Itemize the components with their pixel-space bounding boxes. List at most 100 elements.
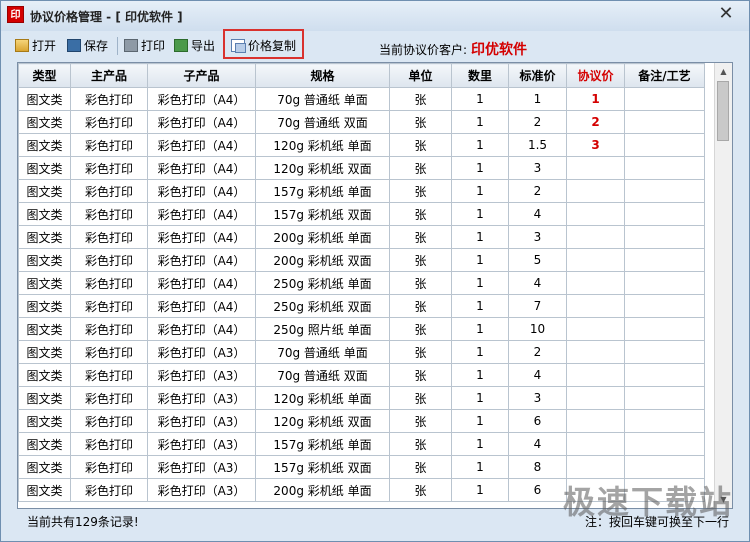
export-button[interactable]: 导出: [174, 37, 215, 55]
table-cell[interactable]: 200g 彩机纸 单面: [255, 478, 390, 502]
table-cell[interactable]: 1: [451, 179, 509, 203]
table-cell[interactable]: 彩色打印: [70, 110, 148, 134]
table-cell[interactable]: 200g 彩机纸 双面: [255, 248, 390, 272]
table-cell[interactable]: [566, 340, 625, 364]
table-cell[interactable]: 1: [451, 432, 509, 456]
table-cell[interactable]: 图文类: [18, 409, 71, 433]
table-cell[interactable]: 彩色打印: [70, 363, 148, 387]
table-cell[interactable]: 1: [451, 110, 509, 134]
table-cell[interactable]: 1: [451, 386, 509, 410]
table-cell[interactable]: [624, 202, 705, 226]
save-button[interactable]: 保存: [67, 37, 108, 55]
table-cell[interactable]: 70g 普通纸 单面: [255, 87, 390, 111]
column-header[interactable]: 类型: [18, 63, 71, 88]
table-cell[interactable]: 1: [451, 409, 509, 433]
table-cell[interactable]: 图文类: [18, 248, 71, 272]
table-cell[interactable]: 彩色打印（A3）: [147, 455, 256, 479]
table-cell[interactable]: [624, 317, 705, 341]
table-cell[interactable]: [624, 225, 705, 249]
vertical-scrollbar[interactable]: ▲ ▼: [714, 63, 732, 508]
table-cell[interactable]: [624, 133, 705, 157]
table-cell[interactable]: [624, 248, 705, 272]
table-cell[interactable]: 张: [389, 110, 452, 134]
table-cell[interactable]: 10: [508, 317, 567, 341]
table-cell[interactable]: [624, 340, 705, 364]
table-cell[interactable]: 1: [451, 156, 509, 180]
table-cell[interactable]: 1: [451, 455, 509, 479]
table-row[interactable]: 图文类 彩色打印 彩色打印（A4） 250g 照片纸 单面张 1 10: [18, 317, 705, 341]
table-cell[interactable]: 120g 彩机纸 单面: [255, 386, 390, 410]
table-cell[interactable]: 张: [389, 179, 452, 203]
table-cell[interactable]: [624, 455, 705, 479]
table-row[interactable]: 图文类 彩色打印 彩色打印（A4） 157g 彩机纸 单面张 1 2: [18, 179, 705, 203]
table-cell[interactable]: 张: [389, 271, 452, 295]
table-cell[interactable]: 图文类: [18, 432, 71, 456]
table-cell[interactable]: 8: [508, 455, 567, 479]
column-header[interactable]: 标准价: [508, 63, 567, 88]
table-row[interactable]: 图文类 彩色打印 彩色打印（A3） 70g 普通纸 单面张 1 2: [18, 340, 705, 364]
table-cell[interactable]: 彩色打印: [70, 340, 148, 364]
table-cell[interactable]: 1: [566, 87, 625, 111]
table-row[interactable]: 图文类 彩色打印 彩色打印（A3） 157g 彩机纸 单面张 1 4: [18, 432, 705, 456]
table-cell[interactable]: 图文类: [18, 340, 71, 364]
table-row[interactable]: 图文类 彩色打印 彩色打印（A4） 70g 普通纸 单面张 1 1 1: [18, 87, 705, 111]
table-cell[interactable]: 彩色打印（A4）: [147, 225, 256, 249]
table-cell[interactable]: 4: [508, 432, 567, 456]
table-cell[interactable]: [566, 156, 625, 180]
table-cell[interactable]: 4: [508, 363, 567, 387]
table-cell[interactable]: [624, 110, 705, 134]
table-cell[interactable]: 2: [566, 110, 625, 134]
table-cell[interactable]: 张: [389, 248, 452, 272]
table-cell[interactable]: 彩色打印（A4）: [147, 294, 256, 318]
table-cell[interactable]: 彩色打印（A3）: [147, 363, 256, 387]
table-row[interactable]: 图文类 彩色打印 彩色打印（A4） 70g 普通纸 双面张 1 2 2: [18, 110, 705, 134]
table-cell[interactable]: 张: [389, 432, 452, 456]
table-cell[interactable]: 彩色打印（A4）: [147, 271, 256, 295]
table-cell[interactable]: 3: [566, 133, 625, 157]
table-cell[interactable]: 1: [451, 363, 509, 387]
table-row[interactable]: 图文类 彩色打印 彩色打印（A4） 120g 彩机纸 单面张 1 1.5 3: [18, 133, 705, 157]
table-row[interactable]: 图文类 彩色打印 彩色打印（A3） 70g 普通纸 双面张 1 4: [18, 363, 705, 387]
table-cell[interactable]: 彩色打印: [70, 455, 148, 479]
table-cell[interactable]: 彩色打印（A3）: [147, 340, 256, 364]
column-header[interactable]: 备注/工艺: [624, 63, 705, 88]
table-row[interactable]: 图文类 彩色打印 彩色打印（A4） 200g 彩机纸 双面张 1 5: [18, 248, 705, 272]
table-cell[interactable]: [566, 432, 625, 456]
table-cell[interactable]: [624, 179, 705, 203]
table-cell[interactable]: 图文类: [18, 225, 71, 249]
table-cell[interactable]: 1: [508, 87, 567, 111]
table-cell[interactable]: [566, 455, 625, 479]
table-cell[interactable]: 彩色打印（A4）: [147, 156, 256, 180]
table-cell[interactable]: 1: [451, 294, 509, 318]
table-cell[interactable]: 彩色打印: [70, 133, 148, 157]
table-cell[interactable]: 70g 普通纸 单面: [255, 340, 390, 364]
table-cell[interactable]: 张: [389, 87, 452, 111]
table-cell[interactable]: 彩色打印（A4）: [147, 87, 256, 111]
table-cell[interactable]: 张: [389, 225, 452, 249]
table-cell[interactable]: [566, 294, 625, 318]
table-cell[interactable]: [566, 386, 625, 410]
table-cell[interactable]: 4: [508, 271, 567, 295]
table-cell[interactable]: [624, 432, 705, 456]
column-header[interactable]: 规格: [255, 63, 390, 88]
table-cell[interactable]: 张: [389, 478, 452, 502]
scroll-up-icon[interactable]: ▲: [715, 63, 732, 80]
table-cell[interactable]: 1: [451, 248, 509, 272]
table-cell[interactable]: [566, 317, 625, 341]
table-cell[interactable]: 图文类: [18, 271, 71, 295]
column-header[interactable]: 主产品: [70, 63, 148, 88]
table-cell[interactable]: 2: [508, 110, 567, 134]
table-cell[interactable]: 彩色打印: [70, 317, 148, 341]
table-cell[interactable]: 彩色打印: [70, 87, 148, 111]
table-cell[interactable]: 1: [451, 202, 509, 226]
column-header[interactable]: 协议价: [566, 63, 625, 88]
table-cell[interactable]: [566, 271, 625, 295]
table-row[interactable]: 图文类 彩色打印 彩色打印（A4） 200g 彩机纸 单面张 1 3: [18, 225, 705, 249]
table-cell[interactable]: 图文类: [18, 317, 71, 341]
table-cell[interactable]: 张: [389, 386, 452, 410]
open-button[interactable]: 打开: [15, 37, 56, 55]
table-cell[interactable]: 张: [389, 294, 452, 318]
table-cell[interactable]: 图文类: [18, 478, 71, 502]
table-cell[interactable]: 图文类: [18, 156, 71, 180]
table-cell[interactable]: 图文类: [18, 294, 71, 318]
